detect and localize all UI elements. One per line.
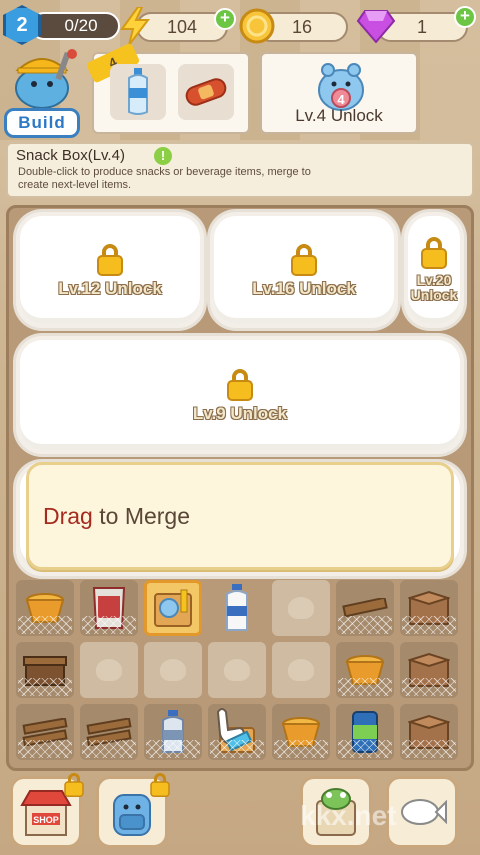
planks-icon (86, 718, 132, 746)
locked-area-label: Lv.12 Unlock (58, 278, 162, 298)
item-grid (16, 580, 466, 762)
grid-cell-snack-box[interactable] (144, 580, 202, 636)
grid-cell-soda-can[interactable] (336, 704, 394, 760)
grid-cell-cardboard-box[interactable] (400, 704, 458, 760)
locked-area-lv12[interactable]: Lv.12 Unlock (20, 216, 200, 324)
item-info-panel: Snack Box(Lv.4) ! Double-click to produc… (6, 142, 474, 198)
mascot-hippo-icon (8, 48, 78, 109)
grid-cell-milk-bottle[interactable] (208, 580, 266, 636)
lightning-icon (118, 6, 152, 46)
locked-area-lv20[interactable]: Lv.20 Unlock (408, 216, 460, 324)
grid-cell-open-box[interactable] (16, 642, 74, 698)
locked-area-lv9[interactable]: Lv.9 Unlock (20, 340, 460, 450)
energy-text: 104 (166, 16, 198, 37)
grid-cell-planks[interactable] (80, 704, 138, 760)
cardboard-box-icon (408, 590, 450, 625)
empty-slot-icon (288, 597, 314, 619)
coin-text: 16 (291, 16, 313, 37)
tip-rest: to Merge (92, 502, 191, 529)
grid-cell-cardboard-box[interactable] (400, 580, 458, 636)
noodle-cup-icon (25, 593, 65, 623)
empty-slot-icon (96, 659, 122, 681)
build-label: Build (18, 113, 66, 132)
planks-icon (22, 718, 68, 746)
grid-cell-noodle-cup[interactable] (16, 580, 74, 636)
grid-cell-empty[interactable] (208, 642, 266, 698)
noodle-cup-icon (345, 655, 385, 685)
locked-area-label: Lv.9 Unlock (192, 403, 288, 423)
tip-drag-word: Drag (43, 502, 93, 529)
pointing-hand-icon (216, 708, 255, 753)
lock-icon (291, 243, 317, 276)
locked-area-label: Lv.20 Unlock (410, 272, 458, 303)
empty-slot-icon (224, 659, 250, 681)
lock-icon (97, 243, 123, 276)
shop-label: SHOP (33, 815, 59, 825)
grid-cell-noodle-cup[interactable] (272, 704, 330, 760)
lock-icon (227, 368, 253, 401)
cardboard-box-icon (408, 652, 450, 687)
grid-cell-empty[interactable] (272, 580, 330, 636)
soda-can-icon (352, 711, 378, 753)
shop-button[interactable]: SHOP (10, 773, 84, 848)
level-text: 2 (16, 13, 28, 36)
add-energy-button[interactable]: + (214, 8, 236, 30)
milk-bottle-icon (226, 584, 248, 631)
resource-bar: 0/20 2 104 + 16 1 + (0, 0, 480, 52)
grid-cell-producer[interactable] (208, 704, 266, 760)
collection-button[interactable] (386, 776, 458, 848)
grid-cell-water-bottle[interactable] (144, 704, 202, 760)
grid-cell-plank[interactable] (336, 580, 394, 636)
chips-bag-icon (92, 587, 126, 629)
coin-icon (238, 7, 276, 45)
cardboard-box-icon (408, 714, 450, 749)
plank-icon (342, 598, 388, 618)
unlock-label: Lv.4 Unlock (295, 106, 383, 125)
item-title: Snack Box(Lv.4) (16, 147, 125, 164)
gem-icon (356, 8, 396, 44)
grid-cell-noodle-cup[interactable] (336, 642, 394, 698)
locked-area-lv16[interactable]: Lv.16 Unlock (214, 216, 394, 324)
snack-box-icon (154, 589, 192, 627)
grid-cell-chips-bag[interactable] (80, 580, 138, 636)
info-icon[interactable]: ! (154, 147, 172, 165)
item-description: Double-click to produce snacks or bevera… (18, 166, 311, 191)
build-button[interactable]: Build (4, 108, 80, 138)
level-unlock-card[interactable]: 4 Lv.4 Unlock (260, 52, 418, 134)
backpack-button[interactable] (96, 773, 170, 848)
add-gem-button[interactable]: + (454, 6, 476, 28)
drag-to-merge-tip: Drag to Merge (26, 462, 454, 570)
grid-cell-planks[interactable] (16, 704, 74, 760)
locked-area-label: Lv.16 Unlock (252, 278, 356, 298)
grid-cell-empty[interactable] (272, 642, 330, 698)
watermark: kkx.net (300, 800, 397, 831)
lock-icon (421, 237, 447, 269)
unlock-level-badge: 4 (337, 92, 345, 107)
grid-cell-cardboard-box[interactable] (400, 642, 458, 698)
grid-cell-empty[interactable] (144, 642, 202, 698)
fish-icon (401, 799, 447, 825)
player-level-badge[interactable]: 2 (3, 5, 41, 45)
empty-slot-icon (288, 659, 314, 681)
empty-slot-icon (160, 659, 186, 681)
xp-counter: 0/20 (30, 12, 120, 40)
water-bottle-icon (110, 64, 166, 120)
noodle-cup-icon (281, 717, 321, 747)
order-card[interactable]: 4 (85, 42, 250, 134)
lock-icon (64, 773, 84, 797)
sausage-icon (178, 64, 234, 120)
water-bottle-icon (162, 710, 184, 753)
gem-text: 1 (416, 16, 427, 37)
grid-cell-empty[interactable] (80, 642, 138, 698)
open-box-icon (23, 656, 67, 686)
xp-text: 0/20 (64, 16, 98, 35)
lock-icon (150, 773, 170, 797)
